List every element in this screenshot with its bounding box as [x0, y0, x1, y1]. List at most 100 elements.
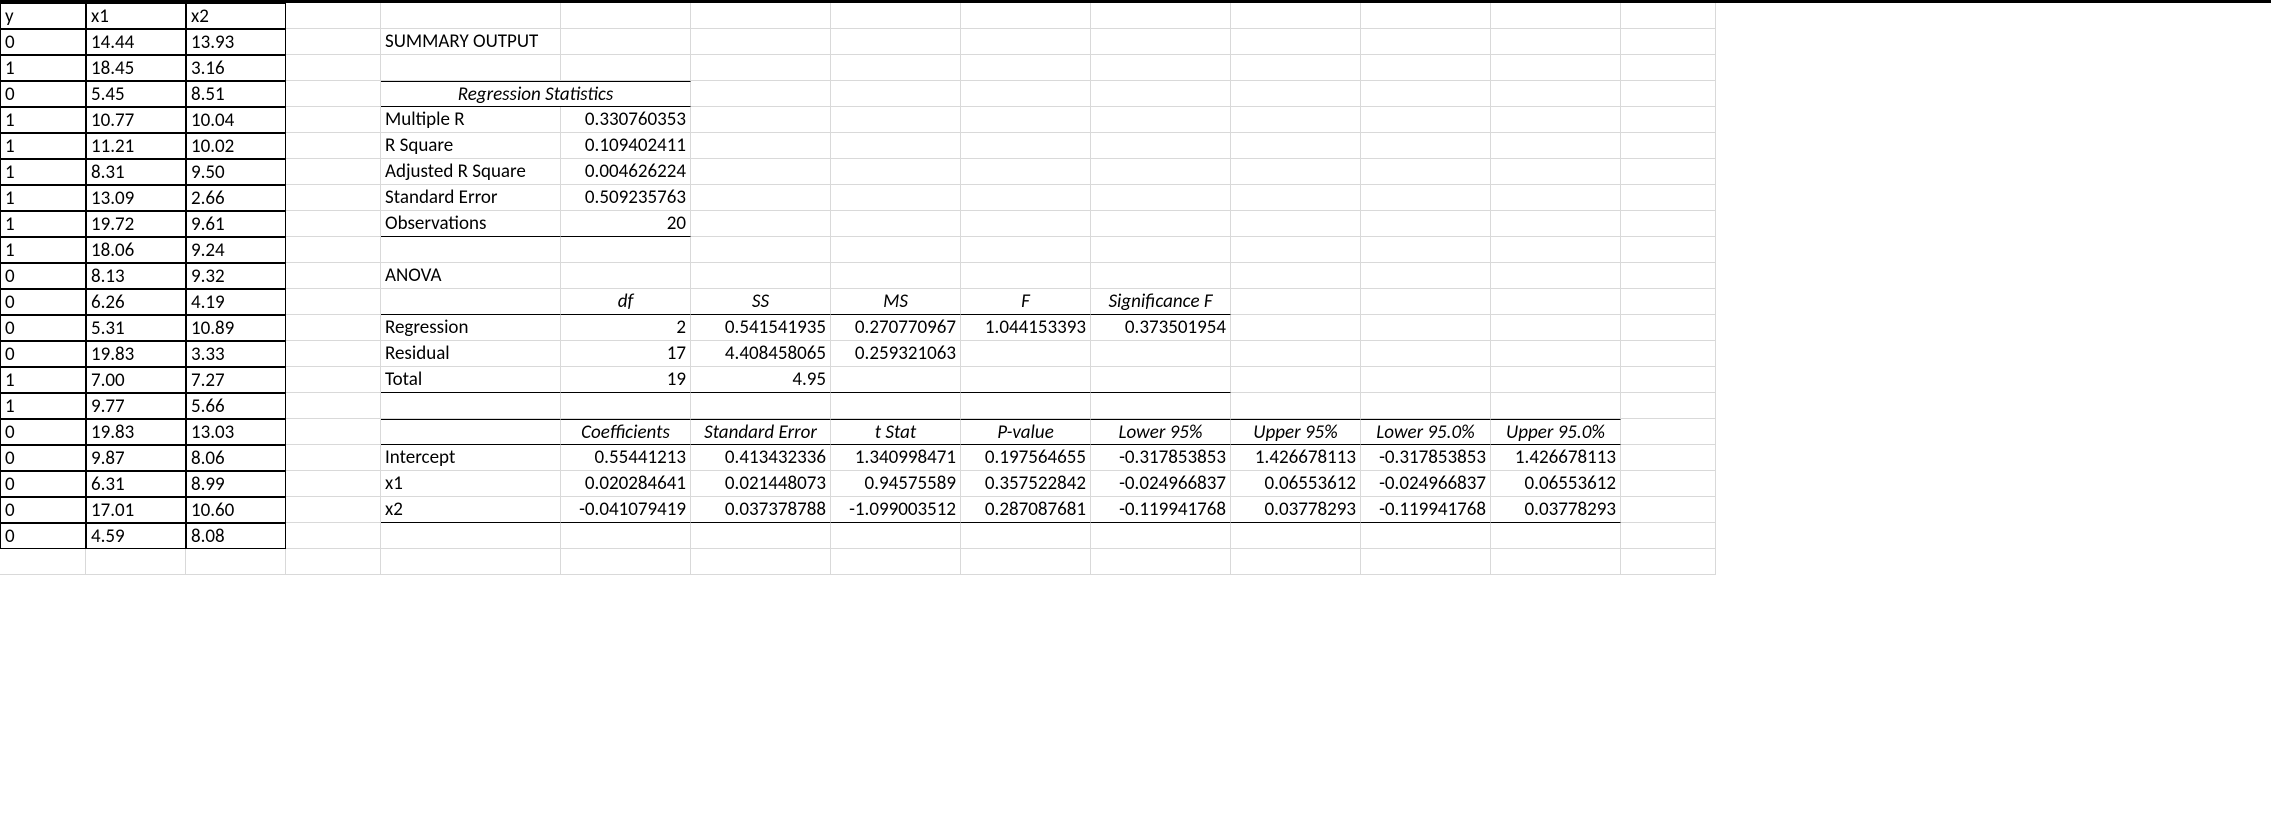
cell[interactable]	[691, 133, 831, 159]
anova-value[interactable]: 2	[561, 315, 691, 341]
raw-cell[interactable]: 8.06	[186, 445, 286, 471]
coef-value[interactable]: 0.021448073	[691, 471, 831, 497]
stat-label[interactable]: Adjusted R Square	[381, 159, 561, 185]
raw-cell[interactable]: 0	[0, 81, 86, 107]
coef-value[interactable]: 1.426678113	[1231, 445, 1361, 471]
cell[interactable]	[381, 3, 561, 29]
anova-value[interactable]: 17	[561, 341, 691, 367]
cell[interactable]	[1621, 471, 1716, 497]
cell[interactable]	[1621, 445, 1716, 471]
cell[interactable]	[1361, 393, 1491, 419]
anova-value[interactable]: 0.270770967	[831, 315, 961, 341]
cell[interactable]	[1091, 55, 1231, 81]
cell[interactable]	[961, 159, 1091, 185]
cell[interactable]	[381, 55, 561, 81]
cell[interactable]	[1621, 419, 1716, 445]
coef-value[interactable]: 0.020284641	[561, 471, 691, 497]
cell[interactable]	[1091, 211, 1231, 237]
stat-value[interactable]: 0.330760353	[561, 107, 691, 133]
coef-header[interactable]: Coefficients	[561, 419, 691, 445]
cell[interactable]	[1361, 341, 1491, 367]
cell[interactable]	[1091, 549, 1231, 575]
cell[interactable]	[1491, 185, 1621, 211]
cell[interactable]	[1491, 3, 1621, 29]
raw-cell[interactable]: 2.66	[186, 185, 286, 211]
cell[interactable]	[691, 523, 831, 549]
cell[interactable]	[1231, 159, 1361, 185]
raw-cell[interactable]: 0	[0, 263, 86, 289]
cell[interactable]	[961, 549, 1091, 575]
cell[interactable]	[86, 549, 186, 575]
cell[interactable]	[286, 3, 381, 29]
coef-header[interactable]: Standard Error	[691, 419, 831, 445]
anova-header[interactable]: MS	[831, 289, 961, 315]
raw-cell[interactable]: 7.00	[86, 367, 186, 393]
raw-cell[interactable]: 0	[0, 471, 86, 497]
cell[interactable]	[1491, 367, 1621, 393]
coef-value[interactable]: -0.317853853	[1361, 445, 1491, 471]
cell[interactable]	[381, 237, 561, 263]
regression-stats-title[interactable]: Regression Statistics	[381, 81, 691, 107]
raw-cell[interactable]: 8.51	[186, 81, 286, 107]
spreadsheet-grid[interactable]: yx1x2014.4413.93SUMMARY OUTPUT118.453.16…	[0, 0, 2271, 575]
raw-cell[interactable]: 6.26	[86, 289, 186, 315]
cell[interactable]	[1231, 315, 1361, 341]
cell[interactable]	[691, 3, 831, 29]
raw-cell[interactable]: 10.02	[186, 133, 286, 159]
raw-cell[interactable]: 0	[0, 29, 86, 55]
cell[interactable]	[1361, 107, 1491, 133]
cell[interactable]	[1091, 107, 1231, 133]
cell[interactable]	[691, 237, 831, 263]
cell[interactable]	[1621, 29, 1716, 55]
cell[interactable]	[831, 133, 961, 159]
stat-label[interactable]: Multiple R	[381, 107, 561, 133]
anova-value[interactable]	[1091, 367, 1231, 393]
raw-cell[interactable]: 1	[0, 159, 86, 185]
raw-cell[interactable]: 1	[0, 133, 86, 159]
cell[interactable]	[961, 393, 1091, 419]
cell[interactable]	[561, 55, 691, 81]
cell[interactable]	[691, 29, 831, 55]
cell[interactable]	[1491, 237, 1621, 263]
coef-value[interactable]: 0.197564655	[961, 445, 1091, 471]
cell[interactable]	[1491, 107, 1621, 133]
cell[interactable]	[381, 549, 561, 575]
raw-cell[interactable]: 0	[0, 315, 86, 341]
stat-label[interactable]: Standard Error	[381, 185, 561, 211]
cell[interactable]	[286, 289, 381, 315]
cell[interactable]	[1361, 81, 1491, 107]
coef-header[interactable]: Lower 95.0%	[1361, 419, 1491, 445]
cell[interactable]	[831, 211, 961, 237]
raw-cell[interactable]: 13.03	[186, 419, 286, 445]
raw-cell[interactable]: 9.32	[186, 263, 286, 289]
cell[interactable]	[561, 29, 691, 55]
cell[interactable]	[286, 263, 381, 289]
cell[interactable]	[831, 263, 961, 289]
cell[interactable]	[561, 263, 691, 289]
cell[interactable]	[831, 29, 961, 55]
coef-value[interactable]: 0.06553612	[1231, 471, 1361, 497]
coef-value[interactable]: -0.119941768	[1091, 497, 1231, 523]
coef-value[interactable]: -0.041079419	[561, 497, 691, 523]
cell[interactable]	[286, 523, 381, 549]
raw-cell[interactable]: 1	[0, 367, 86, 393]
anova-header[interactable]: df	[561, 289, 691, 315]
cell[interactable]	[1361, 523, 1491, 549]
cell[interactable]	[1361, 211, 1491, 237]
raw-cell[interactable]: 8.13	[86, 263, 186, 289]
cell[interactable]	[961, 185, 1091, 211]
raw-cell[interactable]: 9.77	[86, 393, 186, 419]
raw-cell[interactable]: 1	[0, 211, 86, 237]
anova-value[interactable]	[961, 341, 1091, 367]
cell[interactable]	[1491, 549, 1621, 575]
raw-cell[interactable]: 5.45	[86, 81, 186, 107]
cell[interactable]	[831, 549, 961, 575]
raw-cell[interactable]: 9.24	[186, 237, 286, 263]
coef-value[interactable]: -0.024966837	[1361, 471, 1491, 497]
coef-row-label[interactable]: x2	[381, 497, 561, 523]
raw-cell[interactable]: 9.87	[86, 445, 186, 471]
cell[interactable]	[561, 549, 691, 575]
raw-cell[interactable]: 0	[0, 419, 86, 445]
coef-value[interactable]: -0.024966837	[1091, 471, 1231, 497]
cell[interactable]	[1621, 549, 1716, 575]
